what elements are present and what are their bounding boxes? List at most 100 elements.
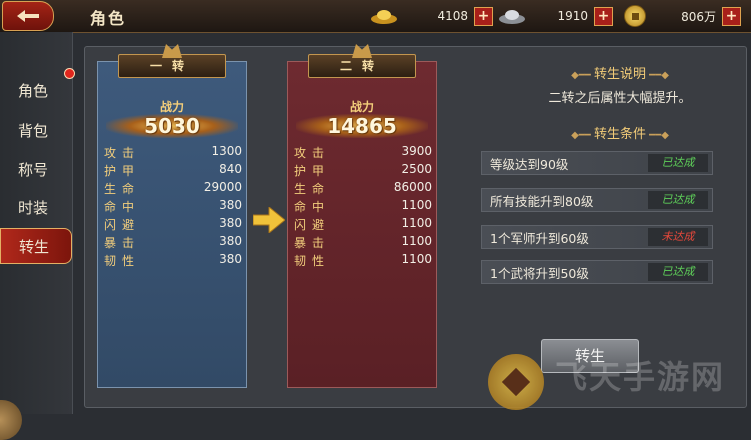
condition-status: 未达成 — [648, 228, 708, 246]
sidebar-item-label: 背包 — [18, 121, 49, 140]
condition-row: 1个武将升到50级 已达成 — [481, 260, 713, 284]
card-header: 二转 — [308, 44, 416, 78]
power-value: 5030 — [144, 114, 200, 138]
stat-value: 380 — [219, 216, 242, 230]
condition-text: 所有技能升到80级 — [490, 193, 594, 209]
silver-ingot-icon — [499, 10, 525, 24]
stat-row: 暴击 1100 — [294, 234, 432, 251]
condition-row: 等级达到90级 已达成 — [481, 151, 713, 175]
stat-row: 暴击 380 — [104, 234, 242, 251]
stat-label: 护甲 — [294, 164, 331, 178]
sidebar-item-label: 转生 — [19, 237, 50, 256]
ornament-icon: ◆━━ — [571, 130, 594, 141]
stat-label: 命中 — [294, 200, 331, 214]
stat-label: 暴击 — [294, 236, 331, 250]
add-coin-button[interactable]: + — [722, 6, 741, 26]
explain-text: 二转之后属性大幅提升。 — [548, 91, 692, 106]
gold-ingot-value: 4108 — [437, 9, 468, 23]
coin-value: 806万 — [681, 9, 716, 24]
stat-label: 闪避 — [104, 218, 141, 232]
rebirth-card-second: 二转 战力 14865 攻击 3900 护甲 2500 生命 86000 命中 1100… — [287, 44, 437, 388]
stat-row: 攻击 1300 — [104, 144, 242, 161]
notification-dot — [64, 68, 75, 79]
sidebar-item-rebirth[interactable]: 转生 — [0, 228, 72, 264]
ornament-icon: ◆━━ — [571, 70, 594, 81]
stat-value: 29000 — [203, 180, 242, 194]
sidebar-item-label: 时装 — [18, 198, 49, 217]
add-silver-ingot-button[interactable]: + — [594, 6, 613, 26]
crest-icon — [162, 44, 182, 58]
sidebar: 角色 背包 称号 时装 转生 — [0, 32, 73, 440]
power-value: 14865 — [327, 114, 397, 138]
stat-row: 韧性 380 — [104, 252, 242, 269]
sidebar-item-bag[interactable]: 背包 — [0, 112, 70, 148]
gold-ingot-resource: 4108 + — [370, 4, 493, 28]
stat-row: 命中 380 — [104, 198, 242, 215]
condition-text: 等级达到90级 — [490, 156, 569, 172]
silver-ingot-value: 1910 — [557, 9, 588, 23]
page-title: 角色 — [90, 9, 127, 28]
menu-deco-icon[interactable] — [0, 400, 22, 440]
ornament-icon: ━━◆ — [646, 70, 669, 81]
gold-ingot-icon — [371, 10, 397, 24]
stat-label: 闪避 — [294, 218, 331, 232]
stat-value: 86000 — [393, 180, 432, 194]
stat-value: 380 — [219, 234, 242, 248]
stat-value: 380 — [219, 252, 242, 266]
stat-label: 攻击 — [294, 146, 331, 160]
sidebar-item-role[interactable]: 角色 — [0, 72, 70, 108]
coin-resource: 806万 + — [624, 4, 741, 28]
sidebar-item-label: 角色 — [18, 81, 49, 100]
power-label: 战力 — [159, 100, 184, 114]
ornament-icon: ━━◆ — [646, 130, 669, 141]
stat-row: 生命 86000 — [294, 180, 432, 197]
condition-status: 已达成 — [648, 263, 708, 281]
condition-row: 所有技能升到80级 已达成 — [481, 188, 713, 212]
crest-icon — [352, 44, 372, 58]
stat-row: 命中 1100 — [294, 198, 432, 215]
sidebar-item-label: 称号 — [18, 160, 49, 179]
stat-row: 攻击 3900 — [294, 144, 432, 161]
silver-ingot-resource: 1910 + — [498, 4, 613, 28]
stat-value: 840 — [219, 162, 242, 176]
stat-value: 2500 — [401, 162, 432, 176]
sidebar-item-title[interactable]: 称号 — [0, 151, 70, 187]
stat-label: 生命 — [294, 182, 331, 196]
stat-label: 暴击 — [104, 236, 141, 250]
sidebar-item-fashion[interactable]: 时装 — [0, 189, 70, 225]
condition-text: 1个武将升到50级 — [490, 265, 589, 281]
stat-label: 生命 — [104, 182, 141, 196]
stat-value: 1100 — [401, 216, 432, 230]
stat-label: 护甲 — [104, 164, 141, 178]
stat-row: 闪避 1100 — [294, 216, 432, 233]
condition-text: 1个军师升到60级 — [490, 230, 589, 246]
stat-row: 闪避 380 — [104, 216, 242, 233]
power-label: 战力 — [349, 100, 374, 114]
stat-value: 1100 — [401, 252, 432, 266]
top-bar: 角色 4108 + 1910 + 806万 + — [0, 0, 751, 33]
stat-row: 护甲 2500 — [294, 162, 432, 179]
stat-value: 1100 — [401, 198, 432, 212]
arrow-right-icon — [253, 207, 285, 233]
card-header: 一转 — [118, 44, 226, 78]
back-button[interactable] — [2, 1, 54, 31]
explain-title-text: 转生说明 — [593, 67, 646, 82]
back-arrow-icon — [17, 10, 39, 22]
stat-label: 攻击 — [104, 146, 141, 160]
stat-row: 韧性 1100 — [294, 252, 432, 269]
watermark-logo-icon — [488, 354, 544, 410]
rebirth-card-first: 一转 战力 5030 攻击 1300 护甲 840 生命 29000 命中 380 闪避… — [97, 44, 247, 388]
condition-status: 已达成 — [648, 191, 708, 209]
explain-title: ◆━━ 转生说明 ━━◆ — [505, 63, 735, 82]
stat-value: 1100 — [401, 234, 432, 248]
condition-title-text: 转生条件 — [593, 127, 646, 142]
stat-label: 韧性 — [294, 254, 331, 268]
stat-value: 3900 — [401, 144, 432, 158]
watermark-text: 飞天手游网 — [555, 358, 726, 396]
stat-label: 韧性 — [104, 254, 141, 268]
add-gold-ingot-button[interactable]: + — [474, 6, 493, 26]
coin-icon — [624, 5, 646, 27]
stat-value: 380 — [219, 198, 242, 212]
condition-status: 已达成 — [648, 154, 708, 172]
stat-value: 1300 — [211, 144, 242, 158]
